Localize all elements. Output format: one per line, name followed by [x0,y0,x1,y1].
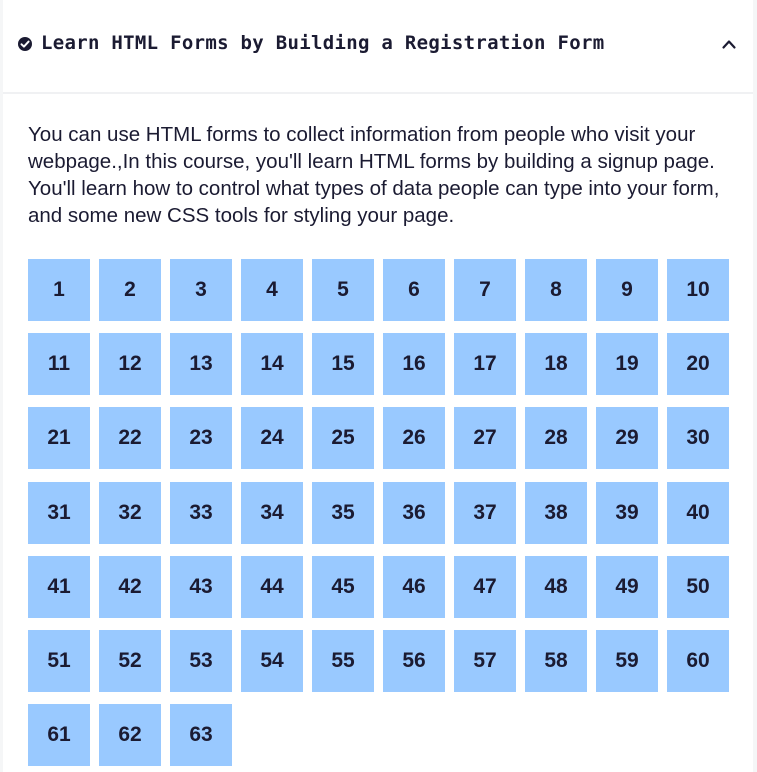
step-button[interactable]: 7 [454,259,516,321]
step-button[interactable]: 42 [99,555,161,618]
step-button[interactable]: 17 [454,333,516,396]
step-button[interactable]: 1 [28,259,90,321]
step-button[interactable]: 41 [28,555,90,618]
step-button[interactable]: 20 [667,333,729,396]
step-button[interactable]: 5 [312,259,374,321]
course-block: Learn HTML Forms by Building a Registrat… [3,0,753,772]
step-button[interactable]: 22 [99,407,161,470]
check-circle-icon [18,37,32,51]
step-button[interactable]: 8 [525,259,587,321]
step-button[interactable]: 10 [667,259,729,321]
step-button[interactable]: 52 [99,629,161,692]
step-button[interactable]: 59 [596,629,658,692]
step-button[interactable]: 31 [28,481,90,544]
step-button[interactable]: 46 [383,555,445,618]
step-button[interactable]: 62 [99,704,161,767]
step-button[interactable]: 24 [241,407,303,470]
step-button[interactable]: 29 [596,407,658,470]
step-button[interactable]: 61 [28,704,90,767]
step-button[interactable]: 21 [28,407,90,470]
step-button[interactable]: 37 [454,481,516,544]
step-button[interactable]: 3 [170,259,232,321]
step-button[interactable]: 11 [28,333,90,396]
course-block-header[interactable]: Learn HTML Forms by Building a Registrat… [3,0,753,94]
step-button[interactable]: 28 [525,407,587,470]
step-button[interactable]: 14 [241,333,303,396]
step-button[interactable]: 50 [667,555,729,618]
step-button[interactable]: 43 [170,555,232,618]
step-button[interactable]: 27 [454,407,516,470]
step-button[interactable]: 35 [312,481,374,544]
step-button[interactable]: 12 [99,333,161,396]
step-button[interactable]: 19 [596,333,658,396]
step-button[interactable]: 9 [596,259,658,321]
step-button[interactable]: 57 [454,629,516,692]
step-button[interactable]: 40 [667,481,729,544]
step-button[interactable]: 16 [383,333,445,396]
step-button[interactable]: 53 [170,629,232,692]
step-button[interactable]: 48 [525,555,587,618]
step-button[interactable]: 25 [312,407,374,470]
chevron-up-icon[interactable] [721,38,737,50]
step-button[interactable]: 56 [383,629,445,692]
step-button[interactable]: 23 [170,407,232,470]
step-button[interactable]: 49 [596,555,658,618]
step-button[interactable]: 58 [525,629,587,692]
step-button[interactable]: 44 [241,555,303,618]
step-grid: 1 2 3 4 5 6 7 8 9 10 11 12 13 14 15 16 17 18 19 20 21 22 23 24 2… [28,259,738,767]
step-button[interactable]: 36 [383,481,445,544]
step-button[interactable]: 33 [170,481,232,544]
step-button[interactable]: 38 [525,481,587,544]
step-button[interactable]: 13 [170,333,232,396]
course-description: You can use HTML forms to collect inform… [28,123,720,227]
step-button[interactable]: 51 [28,629,90,692]
step-button[interactable]: 4 [241,259,303,321]
step-button[interactable]: 34 [241,481,303,544]
step-button[interactable]: 60 [667,629,729,692]
step-button[interactable]: 6 [383,259,445,321]
step-button[interactable]: 18 [525,333,587,396]
step-button[interactable]: 54 [241,629,303,692]
step-button[interactable]: 39 [596,481,658,544]
step-button[interactable]: 32 [99,481,161,544]
step-button[interactable]: 30 [667,407,729,470]
step-button[interactable]: 15 [312,333,374,396]
step-button[interactable]: 55 [312,629,374,692]
course-title: Learn HTML Forms by Building a Registrat… [41,32,605,54]
step-button[interactable]: 47 [454,555,516,618]
step-button[interactable]: 45 [312,555,374,618]
step-button[interactable]: 26 [383,407,445,470]
step-button[interactable]: 63 [170,704,232,767]
step-button[interactable]: 2 [99,259,161,321]
